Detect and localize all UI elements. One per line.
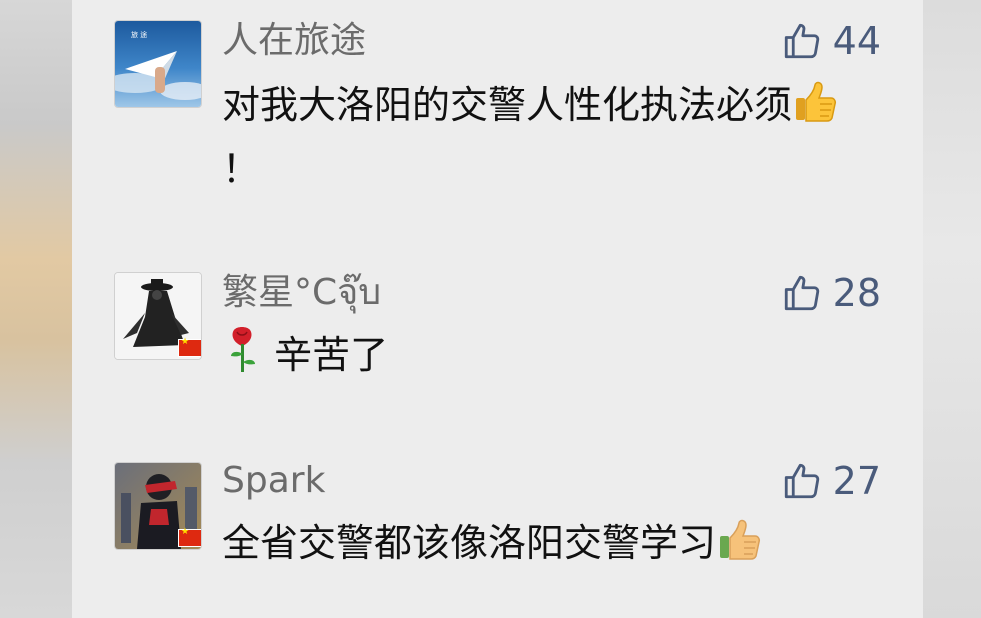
comment-text: 对我大洛阳的交警人性化执法必须 ！	[222, 76, 862, 198]
china-flag-icon	[178, 337, 201, 357]
blurred-right-edge	[923, 0, 981, 618]
comment-text-body: 对我大洛阳的交警人性化执法必须	[222, 83, 793, 127]
comment-text-suffix: ！	[222, 147, 261, 191]
like-count: 28	[832, 271, 881, 315]
thumbs-up-emoji-icon	[792, 78, 838, 140]
comment-text-body: 全省交警都该像洛阳交警学习	[222, 521, 717, 565]
comment-item: Spark 27 全省交警都该像洛阳交警学习	[72, 440, 923, 618]
comment-item: 旅 途 人在旅途 44 对我大洛阳的交警人性化执法必须 ！	[72, 0, 923, 210]
comment-text: 全省交警都该像洛阳交警学习	[222, 514, 862, 578]
comment-username[interactable]: 人在旅途	[222, 20, 366, 62]
comment-text: 辛苦了	[222, 324, 862, 390]
comment-username[interactable]: Spark	[222, 460, 325, 502]
like-button[interactable]: 44	[781, 20, 881, 62]
thumbs-up-outline-icon	[784, 463, 819, 499]
avatar[interactable]	[114, 272, 202, 360]
avatar[interactable]	[114, 462, 202, 550]
comment-text-body: 辛苦了	[274, 333, 389, 377]
avatar[interactable]: 旅 途	[114, 20, 202, 108]
thumbs-up-outline-icon	[784, 275, 819, 311]
svg-text:旅 途: 旅 途	[131, 30, 147, 39]
comment-username[interactable]: 繁星°Cจุ๊บ	[222, 272, 381, 314]
avatar-paper-plane-image: 旅 途	[115, 21, 201, 107]
rose-emoji-icon	[222, 324, 262, 390]
like-button[interactable]: 27	[781, 460, 881, 502]
blurred-left-edge	[0, 0, 72, 618]
like-count: 27	[832, 459, 881, 503]
comment-list: 旅 途 人在旅途 44 对我大洛阳的交警人性化执法必须 ！ ★ 繁星°Cจุ๊บ…	[72, 0, 923, 618]
like-button[interactable]: 28	[781, 272, 881, 314]
comment-item: 繁星°Cจุ๊บ 28 辛苦了	[72, 250, 923, 400]
china-flag-icon	[178, 527, 201, 547]
thumbs-up-emoji-icon	[716, 516, 762, 578]
like-count: 44	[832, 19, 881, 63]
thumbs-up-outline-icon	[784, 23, 819, 59]
